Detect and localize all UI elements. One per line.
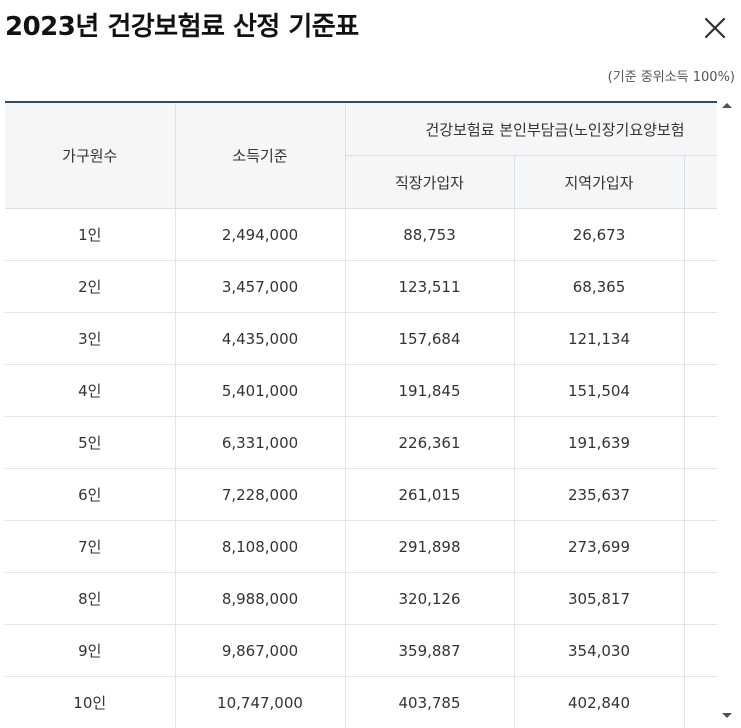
table-row: 4인5,401,000191,845151,504 (5, 365, 717, 417)
table-scroll-area[interactable]: 가구원수 소득기준 건강보험료 본인부담금(노인장기요양보험 직장가입자 지역가… (5, 101, 717, 728)
income-basis-note: (기준 중위소득 100%) (608, 66, 735, 85)
cell-employee: 191,845 (345, 365, 514, 417)
table-row: 9인9,867,000359,887354,030 (5, 625, 717, 677)
cell-income: 8,988,000 (175, 573, 345, 625)
table-row: 1인2,494,00088,75326,673 (5, 209, 717, 261)
table-row: 10인10,747,000403,785402,840 (5, 677, 717, 728)
table-row: 7인8,108,000291,898273,699 (5, 521, 717, 573)
cell-income: 4,435,000 (175, 313, 345, 365)
cell-regional: 273,699 (514, 521, 684, 573)
page-title: 2023년 건강보험료 산정 기준표 (5, 10, 359, 44)
table-body: 1인2,494,00088,75326,6732인3,457,000123,51… (5, 209, 717, 728)
cell-household: 10인 (5, 677, 175, 728)
cell-employee: 157,684 (345, 313, 514, 365)
cell-hidden (684, 209, 717, 261)
cell-hidden (684, 313, 717, 365)
cell-employee: 359,887 (345, 625, 514, 677)
cell-household: 6인 (5, 469, 175, 521)
cell-household: 3인 (5, 313, 175, 365)
scroll-down-icon[interactable] (722, 713, 732, 718)
cell-regional: 305,817 (514, 573, 684, 625)
cell-household: 4인 (5, 365, 175, 417)
cell-employee: 261,015 (345, 469, 514, 521)
cell-hidden (684, 365, 717, 417)
column-header-hidden (684, 156, 717, 209)
close-button[interactable] (701, 14, 729, 42)
cell-hidden (684, 573, 717, 625)
cell-household: 5인 (5, 417, 175, 469)
cell-hidden (684, 677, 717, 728)
insurance-criteria-table: 가구원수 소득기준 건강보험료 본인부담금(노인장기요양보험 직장가입자 지역가… (5, 103, 717, 728)
column-header-premium-group: 건강보험료 본인부담금(노인장기요양보험 (345, 103, 717, 156)
table-row: 2인3,457,000123,51168,365 (5, 261, 717, 313)
cell-income: 6,331,000 (175, 417, 345, 469)
cell-income: 5,401,000 (175, 365, 345, 417)
scroll-up-icon[interactable] (722, 103, 732, 108)
column-header-income: 소득기준 (175, 103, 345, 209)
cell-household: 1인 (5, 209, 175, 261)
cell-income: 8,108,000 (175, 521, 345, 573)
cell-household: 2인 (5, 261, 175, 313)
cell-income: 10,747,000 (175, 677, 345, 728)
cell-income: 9,867,000 (175, 625, 345, 677)
table-row: 3인4,435,000157,684121,134 (5, 313, 717, 365)
column-header-household: 가구원수 (5, 103, 175, 209)
column-header-regional: 지역가입자 (514, 156, 684, 209)
vertical-scrollbar[interactable] (719, 101, 735, 726)
cell-income: 3,457,000 (175, 261, 345, 313)
table-row: 5인6,331,000226,361191,639 (5, 417, 717, 469)
cell-regional: 26,673 (514, 209, 684, 261)
cell-household: 7인 (5, 521, 175, 573)
cell-household: 8인 (5, 573, 175, 625)
cell-hidden (684, 469, 717, 521)
cell-regional: 354,030 (514, 625, 684, 677)
cell-household: 9인 (5, 625, 175, 677)
cell-income: 2,494,000 (175, 209, 345, 261)
table-row: 6인7,228,000261,015235,637 (5, 469, 717, 521)
cell-employee: 403,785 (345, 677, 514, 728)
cell-employee: 291,898 (345, 521, 514, 573)
cell-regional: 68,365 (514, 261, 684, 313)
cell-hidden (684, 521, 717, 573)
cell-employee: 88,753 (345, 209, 514, 261)
cell-employee: 226,361 (345, 417, 514, 469)
cell-income: 7,228,000 (175, 469, 345, 521)
cell-regional: 121,134 (514, 313, 684, 365)
cell-regional: 191,639 (514, 417, 684, 469)
cell-hidden (684, 625, 717, 677)
cell-regional: 151,504 (514, 365, 684, 417)
cell-hidden (684, 261, 717, 313)
close-icon (701, 14, 729, 42)
cell-regional: 402,840 (514, 677, 684, 728)
cell-hidden (684, 417, 717, 469)
column-header-employee: 직장가입자 (345, 156, 514, 209)
cell-regional: 235,637 (514, 469, 684, 521)
cell-employee: 123,511 (345, 261, 514, 313)
cell-employee: 320,126 (345, 573, 514, 625)
table-row: 8인8,988,000320,126305,817 (5, 573, 717, 625)
